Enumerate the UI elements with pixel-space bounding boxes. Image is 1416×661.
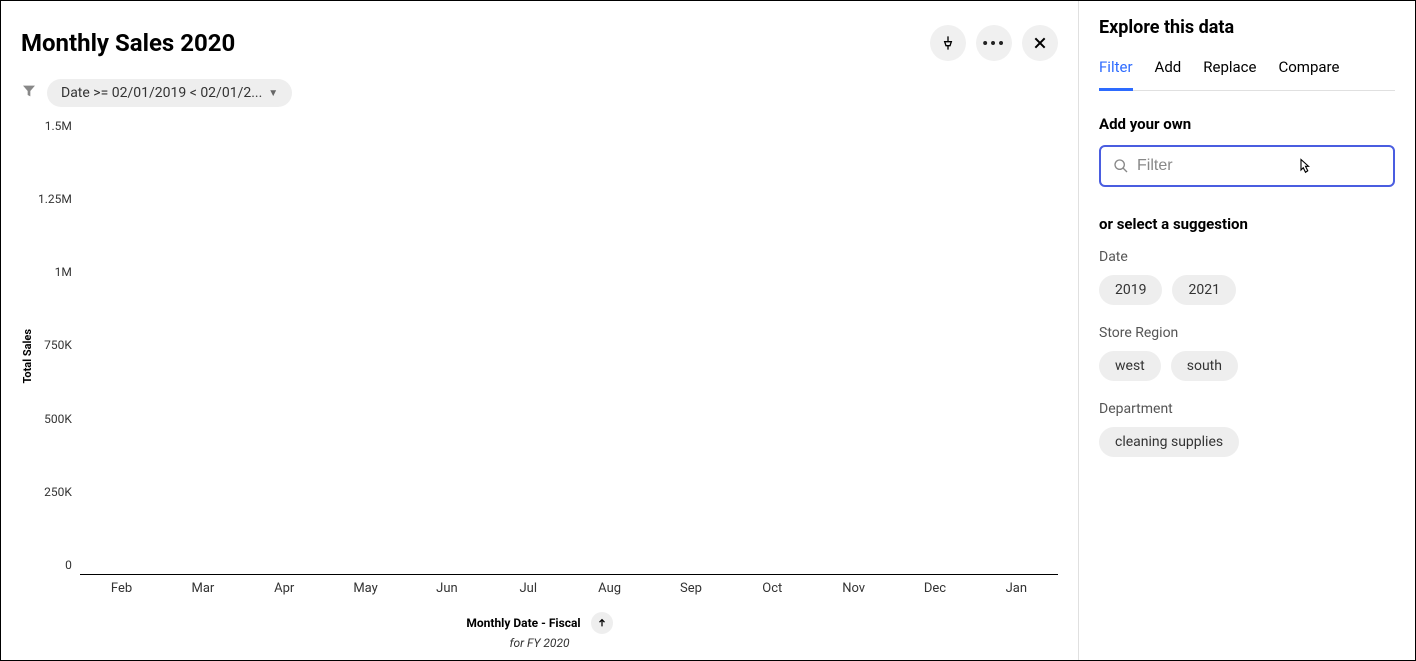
y-tick: 500K bbox=[44, 412, 72, 426]
suggestion-chip[interactable]: 2019 bbox=[1099, 275, 1162, 305]
x-label: Aug bbox=[572, 575, 647, 596]
y-axis: 1.5M 1.25M 1M 750K 500K 250K 0 bbox=[38, 117, 80, 596]
chip-row: cleaning supplies bbox=[1099, 427, 1395, 457]
chip-row: 2019 2021 bbox=[1099, 275, 1395, 305]
y-tick: 1.25M bbox=[38, 192, 72, 206]
bars-area: Feb Mar Apr May Jun Jul Aug Sep Oct Nov Dec Jan bbox=[80, 117, 1058, 596]
suggestions: Date 2019 2021 Store Region west south Departm… bbox=[1099, 249, 1395, 477]
filter-chip-label: Date >= 02/01/2019 < 02/01/2... bbox=[61, 85, 262, 101]
x-label: Oct bbox=[735, 575, 810, 596]
bars bbox=[80, 117, 1058, 575]
tab-compare[interactable]: Compare bbox=[1278, 58, 1339, 90]
search-icon bbox=[1113, 158, 1129, 174]
x-label: Sep bbox=[653, 575, 728, 596]
x-label: Jul bbox=[491, 575, 566, 596]
tab-filter[interactable]: Filter bbox=[1099, 58, 1133, 91]
y-tick: 750K bbox=[44, 338, 72, 352]
header: Monthly Sales 2020 ••• bbox=[21, 25, 1058, 61]
x-label: Apr bbox=[247, 575, 322, 596]
x-label: Dec bbox=[897, 575, 972, 596]
suggestion-group-label: Store Region bbox=[1099, 325, 1395, 341]
suggestion-chip[interactable]: 2021 bbox=[1172, 275, 1235, 305]
y-tick: 1.5M bbox=[45, 119, 72, 133]
page-title: Monthly Sales 2020 bbox=[21, 29, 235, 57]
main-panel: Monthly Sales 2020 ••• Date >= 02/01/201… bbox=[1, 1, 1079, 660]
close-icon bbox=[1032, 35, 1048, 51]
more-button[interactable]: ••• bbox=[976, 25, 1012, 61]
suggestion-chip[interactable]: west bbox=[1099, 351, 1161, 381]
x-axis-subtitle: for FY 2020 bbox=[21, 636, 1058, 650]
suggestion-chip[interactable]: cleaning supplies bbox=[1099, 427, 1239, 457]
chart-area: Total Sales 1.5M 1.25M 1M 750K 500K 250K 0 Feb… bbox=[21, 117, 1058, 650]
sort-button[interactable] bbox=[591, 612, 613, 634]
suggestion-label: or select a suggestion bbox=[1099, 215, 1395, 233]
header-actions: ••• bbox=[930, 25, 1058, 61]
plot: 1.5M 1.25M 1M 750K 500K 250K 0 Feb Mar Apr May Jun… bbox=[38, 117, 1058, 596]
x-label: May bbox=[328, 575, 403, 596]
x-label: Jan bbox=[979, 575, 1054, 596]
filter-icon bbox=[21, 83, 37, 103]
x-axis-title: Monthly Date - Fiscal bbox=[466, 616, 580, 630]
suggestion-chip[interactable]: south bbox=[1171, 351, 1238, 381]
side-panel-title: Explore this data bbox=[1099, 17, 1395, 38]
x-axis-caption: Monthly Date - Fiscal for FY 2020 bbox=[21, 612, 1058, 650]
suggestion-group-label: Department bbox=[1099, 401, 1395, 417]
plot-wrap: Total Sales 1.5M 1.25M 1M 750K 500K 250K 0 Feb… bbox=[21, 117, 1058, 596]
chip-row: west south bbox=[1099, 351, 1395, 381]
close-button[interactable] bbox=[1022, 25, 1058, 61]
chevron-down-icon: ▼ bbox=[268, 88, 278, 99]
side-panel: Explore this data Filter Add Replace Compar… bbox=[1079, 1, 1415, 660]
x-label: Nov bbox=[816, 575, 891, 596]
x-label: Jun bbox=[409, 575, 484, 596]
x-label: Feb bbox=[84, 575, 159, 596]
y-tick: 250K bbox=[44, 485, 72, 499]
filter-bar: Date >= 02/01/2019 < 02/01/2... ▼ bbox=[21, 79, 1058, 107]
y-tick: 1M bbox=[55, 265, 72, 279]
filter-input[interactable] bbox=[1137, 157, 1381, 175]
tabs: Filter Add Replace Compare bbox=[1099, 58, 1395, 91]
more-icon: ••• bbox=[982, 34, 1006, 53]
pin-button[interactable] bbox=[930, 25, 966, 61]
tab-replace[interactable]: Replace bbox=[1203, 58, 1256, 90]
x-label: Mar bbox=[165, 575, 240, 596]
x-labels: Feb Mar Apr May Jun Jul Aug Sep Oct Nov Dec Jan bbox=[80, 575, 1058, 596]
y-tick: 0 bbox=[65, 558, 72, 572]
pin-icon bbox=[940, 35, 956, 51]
x-axis-title-row: Monthly Date - Fiscal bbox=[466, 612, 612, 634]
y-axis-title: Total Sales bbox=[21, 329, 34, 384]
arrow-up-icon bbox=[597, 618, 607, 628]
add-own-label: Add your own bbox=[1099, 115, 1395, 133]
filter-input-wrap[interactable] bbox=[1099, 145, 1395, 187]
filter-chip-date[interactable]: Date >= 02/01/2019 < 02/01/2... ▼ bbox=[47, 79, 292, 107]
suggestion-group-label: Date bbox=[1099, 249, 1395, 265]
tab-add[interactable]: Add bbox=[1155, 58, 1182, 90]
